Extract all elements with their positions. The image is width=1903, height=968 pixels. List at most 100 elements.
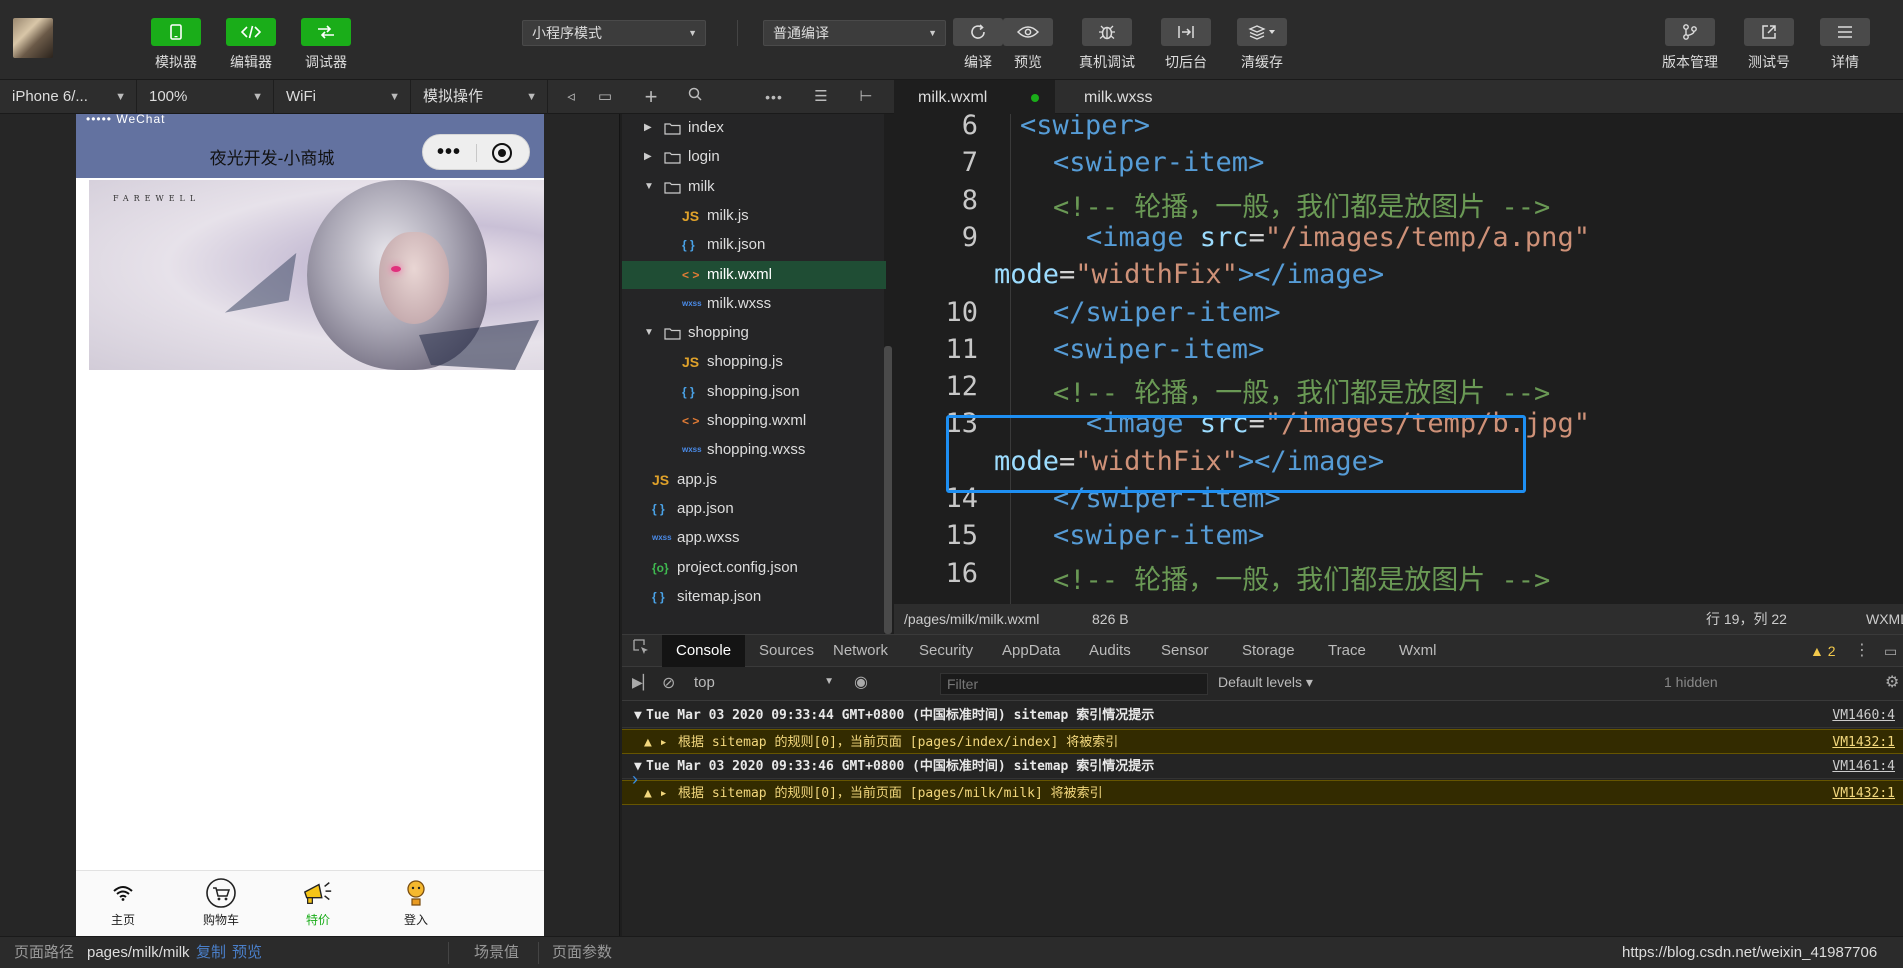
window-icon[interactable]: ▭ [592, 80, 618, 114]
simulator-toggle-button[interactable]: 模拟器 [146, 18, 206, 72]
cursor-position[interactable]: 行 19，列 22 [1706, 604, 1787, 634]
eye-icon[interactable]: ◉ [854, 672, 868, 692]
tree-item-milk[interactable]: ▼ milk [622, 173, 884, 201]
chevron-down-icon[interactable]: ▼ [644, 173, 654, 201]
tree-scrollbar[interactable] [884, 346, 892, 634]
tree-item-milk-json[interactable]: { } milk.json [622, 231, 884, 259]
console-warning-row[interactable]: ▲ ▸ 根据 sitemap 的规则[0]，当前页面 [pages/index/i… [622, 728, 1903, 755]
details-button[interactable]: 详情 [1815, 18, 1875, 72]
settings-gear-icon[interactable]: ⚙ [1885, 672, 1899, 692]
preview-path-link[interactable]: 预览 [232, 937, 262, 968]
warning-badge[interactable]: ▲ 2 [1810, 635, 1836, 667]
add-file-icon[interactable]: + [638, 80, 664, 114]
tree-item-login[interactable]: ▶ login [622, 143, 884, 171]
code-line[interactable]: <swiper-item> [1053, 334, 1264, 365]
tab-milk-wxss[interactable]: milk.wxss [1060, 80, 1200, 114]
tree-item-shopping-wxml[interactable]: < > shopping.wxml [622, 407, 884, 435]
more-icon[interactable]: ••• [761, 80, 787, 114]
code-line[interactable]: <!-- 轮播，一般，我们都是放图片 --> [1053, 558, 1550, 597]
tab-special[interactable]: 特价 [288, 877, 348, 928]
mode-select[interactable]: 小程序模式 ▼ [522, 20, 706, 46]
tree-item-app-json[interactable]: { } app.json [622, 495, 884, 523]
code-line[interactable]: mode="widthFix"></image> [994, 259, 1384, 290]
code-line[interactable]: <swiper-item> [1053, 147, 1264, 178]
chevron-right-icon[interactable]: ▶ [644, 114, 652, 142]
tree-item-index[interactable]: ▶ index [622, 114, 884, 142]
sidebar-toggle-icon[interactable]: ▶▏ [632, 674, 654, 691]
devtools-tab-sensor[interactable]: Sensor [1147, 635, 1223, 667]
code-line[interactable]: <swiper> [1020, 114, 1150, 141]
code-line[interactable]: <swiper-item> [1053, 520, 1264, 551]
log-source-link[interactable]: VM1460:4 [1832, 703, 1895, 728]
devtools-tab-audits[interactable]: Audits [1075, 635, 1145, 667]
devtools-tab-network[interactable]: Network [819, 635, 902, 667]
devtools-tab-security[interactable]: Security [905, 635, 987, 667]
tree-item-shopping-json[interactable]: { } shopping.json [622, 378, 884, 406]
scene-value-button[interactable]: 场景值 [474, 937, 519, 968]
filter-input[interactable]: Filter [940, 673, 1208, 695]
devtools-tab-wxml[interactable]: Wxml [1385, 635, 1451, 667]
user-avatar[interactable] [13, 18, 53, 58]
code-line[interactable]: </swiper-item> [1053, 297, 1281, 328]
log-source-link[interactable]: VM1461:4 [1832, 754, 1895, 779]
tree-item-project-config-json[interactable]: {o} project.config.json [622, 554, 884, 582]
tree-item-app-wxss[interactable]: wxss app.wxss [622, 524, 884, 552]
log-source-link[interactable]: VM1432:1 [1832, 781, 1895, 806]
network-select[interactable]: WiFi ▼ [274, 80, 411, 114]
clear-console-icon[interactable]: ⊘ [662, 673, 675, 693]
page-params-button[interactable]: 页面参数 [552, 937, 612, 968]
tree-item-shopping-js[interactable]: JS shopping.js [622, 348, 884, 376]
more-icon[interactable]: ••• [437, 141, 461, 164]
speaker-icon[interactable]: ◃ [558, 80, 584, 114]
remote-debug-button[interactable]: 真机调试 [1077, 18, 1137, 72]
context-select[interactable]: top ▼ [694, 674, 834, 691]
copy-path-link[interactable]: 复制 [196, 937, 226, 968]
kebab-menu-icon[interactable]: ⋮ [1854, 635, 1870, 667]
console-warning-row[interactable]: ▲ ▸ 根据 sitemap 的规则[0]，当前页面 [pages/milk/mi… [622, 779, 1903, 806]
chevron-right-icon[interactable]: ▶ [644, 143, 652, 171]
preview-button[interactable]: 预览 [998, 18, 1058, 72]
phone-screen[interactable]: ••••• WeChat 夜光开发-小商城 ••• FAREWELL 主页 购物… [76, 114, 544, 936]
tree-item-milk-js[interactable]: JS milk.js [622, 202, 884, 230]
collapse-icon[interactable]: ☰ [808, 80, 834, 114]
code-line[interactable]: <image src="/images/temp/a.png" [1086, 222, 1590, 253]
background-button[interactable]: 切后台 [1156, 18, 1216, 72]
compile-select[interactable]: 普通编译 ▼ [763, 20, 946, 46]
inspect-icon[interactable] [626, 635, 656, 667]
tree-item-shopping-wxss[interactable]: wxss shopping.wxss [622, 436, 884, 464]
tree-item-milk-wxml[interactable]: < > milk.wxml [622, 260, 886, 289]
device-select[interactable]: iPhone 6/... ▼ [0, 80, 137, 114]
devtools-tab-trace[interactable]: Trace [1314, 635, 1380, 667]
code-line[interactable]: <!-- 轮播，一般，我们都是放图片 --> [1053, 371, 1550, 410]
devtools-tab-storage[interactable]: Storage [1228, 635, 1309, 667]
tree-item-sitemap-json[interactable]: { } sitemap.json [622, 583, 884, 611]
tree-item-app-js[interactable]: JS app.js [622, 466, 884, 494]
search-icon[interactable] [682, 80, 708, 114]
devtools-tab-sources[interactable]: Sources [745, 635, 828, 667]
swiper-banner-image[interactable]: FAREWELL [89, 180, 544, 370]
version-manage-button[interactable]: 版本管理 [1660, 18, 1720, 72]
editor-toggle-button[interactable]: 编辑器 [221, 18, 281, 72]
clear-cache-button[interactable]: 清缓存 [1232, 18, 1292, 72]
tab-login[interactable]: 登入 [386, 877, 446, 928]
split-icon[interactable]: ⊢ [853, 80, 879, 114]
language-mode[interactable]: WXML [1866, 604, 1903, 634]
tab-cart[interactable]: 购物车 [191, 877, 251, 928]
tab-milk-wxml[interactable]: milk.wxml [894, 80, 1055, 114]
close-miniprogram-icon[interactable] [492, 143, 512, 163]
dock-icon[interactable]: ▭ [1884, 635, 1897, 667]
code-editor[interactable]: 6 <swiper> 7 <swiper-item> 8 <!-- 轮播，一般，我们都是放… [894, 114, 1903, 604]
tree-item-milk-wxss[interactable]: wxss milk.wxss [622, 290, 884, 318]
log-levels-select[interactable]: Default levels ▾ [1218, 674, 1313, 691]
debugger-toggle-button[interactable]: 调试器 [296, 18, 356, 72]
tree-item-shopping[interactable]: ▼ shopping [622, 319, 884, 347]
chevron-down-icon[interactable]: ▼ [644, 319, 654, 347]
devtools-tab-console[interactable]: Console [662, 635, 746, 667]
test-account-button[interactable]: 测试号 [1739, 18, 1799, 72]
log-source-link[interactable]: VM1432:1 [1832, 730, 1895, 755]
devtools-tab-appdata[interactable]: AppData [988, 635, 1074, 667]
menu-capsule[interactable]: ••• [422, 134, 530, 170]
operation-select[interactable]: 模拟操作 ▼ [411, 80, 548, 114]
console-prompt[interactable]: › [632, 769, 638, 790]
console-group-row[interactable]: ▼ Tue Mar 03 2020 09:33:46 GMT+0800 (中国标准… [622, 754, 1903, 779]
